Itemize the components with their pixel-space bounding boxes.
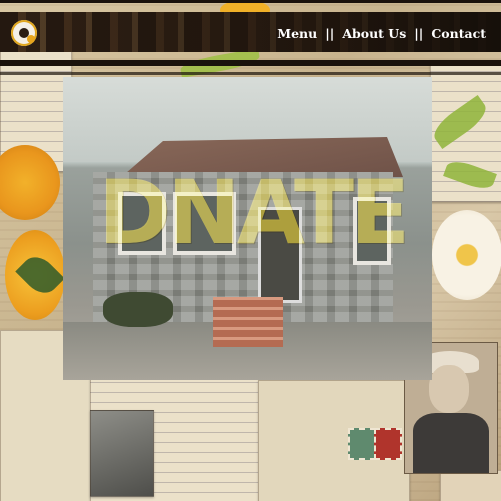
postcard bbox=[440, 470, 501, 501]
decorative-stripe bbox=[0, 60, 501, 66]
nav-menu[interactable]: Menu bbox=[277, 26, 317, 41]
round-logo-icon[interactable] bbox=[11, 20, 37, 46]
decorative-stripe bbox=[0, 72, 501, 75]
main-nav: Menu || About Us || Contact bbox=[277, 26, 486, 41]
nav-about-us[interactable]: About Us bbox=[342, 26, 406, 41]
decorative-stripe bbox=[0, 0, 501, 3]
nav-separator: || bbox=[414, 26, 424, 41]
white-daisy bbox=[432, 210, 501, 300]
postage-stamp bbox=[348, 428, 376, 460]
postage-stamp bbox=[374, 428, 402, 460]
hero-overlay-title: DNATE bbox=[98, 161, 410, 264]
nav-contact[interactable]: Contact bbox=[431, 26, 486, 41]
nav-separator: || bbox=[325, 26, 335, 41]
vintage-photo bbox=[90, 410, 154, 497]
